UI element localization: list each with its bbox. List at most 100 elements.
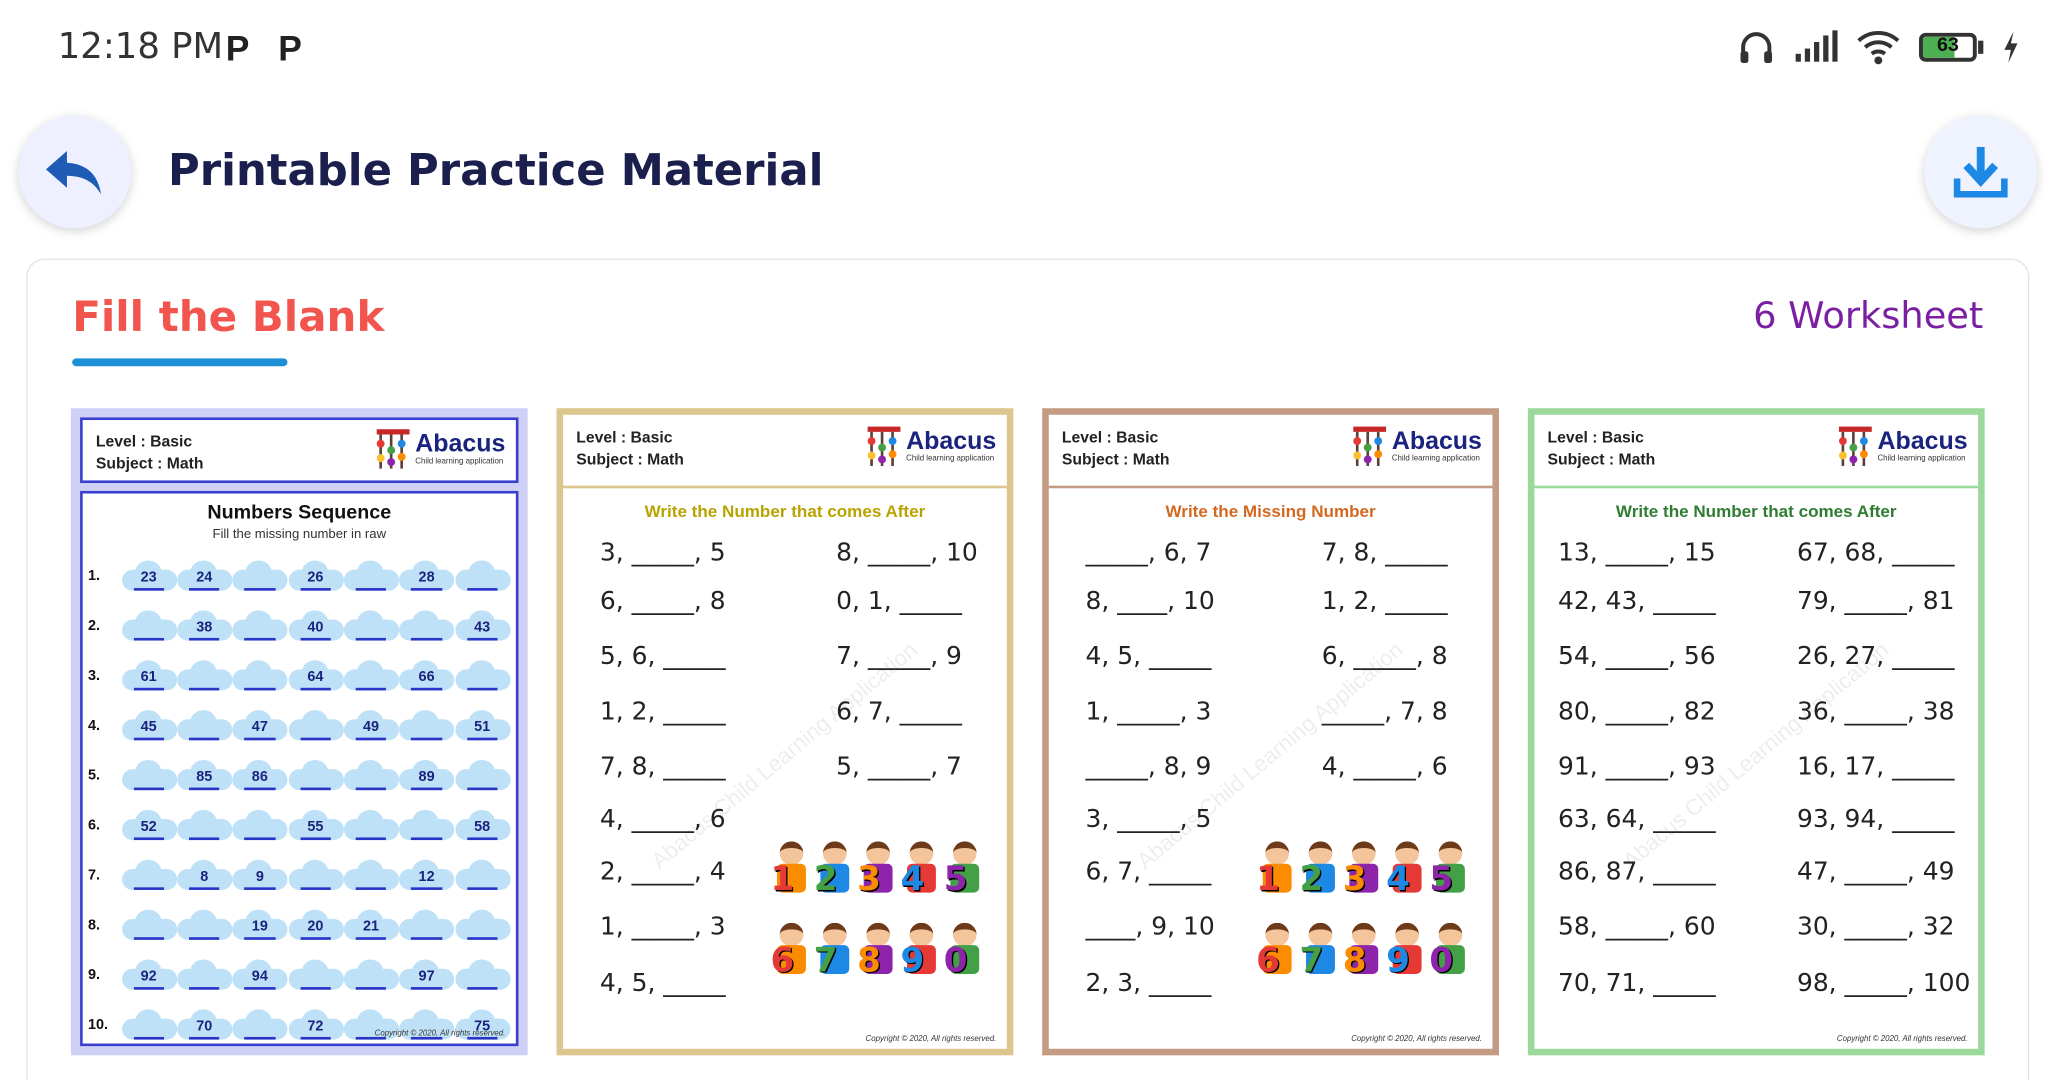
header-divider [1048, 485, 1493, 489]
answer-blank [466, 987, 498, 990]
cloud-cell [343, 559, 400, 593]
cloud-number: 92 [140, 968, 157, 985]
abacus-logo-icon [1839, 426, 1873, 466]
logo-tagline: Child learning application [415, 457, 504, 466]
cloud-cell [455, 659, 511, 693]
cloud-number: 66 [418, 669, 435, 686]
problem-row: 3, _____, 5 [1086, 791, 1506, 845]
answer-blank [244, 737, 276, 741]
worksheet-card-1[interactable]: Level : Basic Subject : Math Abacus Child … [70, 408, 528, 1056]
worksheet-card-2[interactable]: Level : Basic Subject : Math Abacus Child … [556, 408, 1014, 1056]
cloud-cell: 86 [232, 759, 289, 793]
problem-row: 4, 5, _____ 6, _____, 8 [1086, 629, 1506, 683]
row-number: 4. [87, 717, 101, 734]
cloud-number: 51 [474, 719, 491, 736]
worksheet-subject: Subject : Math [576, 450, 684, 469]
answer-blank [133, 987, 164, 990]
cloud-cell: 19 [232, 908, 289, 942]
row-number: 6. [87, 817, 101, 834]
cloud-number: 38 [196, 619, 213, 636]
worksheet-title: Write the Missing Number [1165, 501, 1376, 522]
problem-left: _____, 8, 9 [1085, 751, 1212, 781]
problem-right: 79, _____, 81 [1796, 586, 1955, 615]
problem-left: 63, 64, _____ [1558, 803, 1716, 833]
problem-left: 4, 5, _____ [599, 968, 726, 997]
cloud-cell [399, 709, 456, 743]
cloud-cell [121, 1008, 178, 1042]
cloud-number: 49 [362, 719, 380, 736]
kid-figure: 2 [1299, 841, 1339, 909]
kid-figure: 3 [857, 841, 897, 909]
cloud-number: 21 [362, 918, 380, 935]
problem-left: 4, 5, _____ [1085, 641, 1212, 671]
cloud-number: 52 [140, 819, 157, 835]
numbers-sequence-sheet: Numbers Sequence Fill the missing number… [80, 490, 519, 1047]
cloud-cell [399, 809, 456, 843]
worksheet-subject: Subject : Math [1547, 450, 1656, 469]
abacus-logo: Abacus Child learning application [376, 428, 505, 470]
back-button[interactable] [18, 115, 132, 229]
answer-blank [188, 787, 220, 791]
download-button[interactable] [1924, 115, 2038, 229]
answer-blank [300, 1036, 331, 1040]
worksheet-subject: Subject : Math [95, 454, 204, 473]
worksheet-card-4[interactable]: Level : Basic Subject : Math Abacus Child … [1527, 408, 1985, 1056]
cloud-cell [177, 709, 233, 743]
cloud-number: 9 [255, 868, 264, 885]
answer-blank [300, 737, 331, 741]
problem-right: _____, 7, 8 [1321, 696, 1448, 726]
cloud-cell: 51 [455, 709, 511, 743]
sequence-row: 8. 19 20 21 [88, 906, 511, 945]
problem-row: 13, _____, 15 67, 68, _____ [1558, 525, 1981, 579]
cloud-number: 40 [307, 619, 324, 636]
cloud-number: 86 [251, 769, 268, 785]
answer-blank [300, 837, 331, 841]
problem-left: 86, 87, _____ [1558, 856, 1716, 886]
cloud-cell: 9 [232, 858, 289, 892]
kid-figure: 8 [857, 922, 897, 991]
problem-left: 4, _____, 6 [599, 803, 726, 833]
row-number: 7. [87, 867, 101, 884]
cloud-cell: 92 [121, 958, 178, 992]
sequence-row: 7. 8 9 12 [88, 856, 511, 895]
answer-blank [133, 687, 164, 691]
kid-figure: 7 [1299, 922, 1339, 991]
section-title[interactable]: Fill the Blank [72, 291, 384, 341]
abacus-logo: Abacus Child learning application [1352, 425, 1482, 467]
answer-blank [300, 887, 331, 890]
worksheet-header: Level : Basic Subject : Math Abacus Child … [80, 417, 519, 484]
worksheet-card-3[interactable]: Level : Basic Subject : Math Abacus Child … [1042, 408, 1499, 1056]
answer-blank [411, 937, 442, 940]
answer-blank [466, 837, 498, 841]
kid-figure: 1 [1256, 841, 1296, 909]
cloud-cell [121, 609, 178, 643]
cloud-cell: 23 [121, 559, 178, 593]
cloud-cell: 49 [343, 709, 400, 743]
kid-figure: 5 [944, 841, 983, 909]
cloud-number: 61 [140, 669, 157, 686]
answer-blank [300, 687, 331, 691]
kids-with-numbers-illustration: 12345 67890 [770, 841, 999, 996]
cloud-cell: 66 [399, 659, 456, 693]
answer-blank [244, 588, 276, 591]
kid-figure: 1 [770, 841, 810, 909]
copyright: Copyright © 2020, All rights reserved. [865, 1035, 997, 1044]
cloud-cell: 58 [455, 809, 511, 843]
answer-blank [466, 937, 498, 940]
cloud-cell: 52 [121, 809, 178, 843]
kid-figure: 5 [1429, 841, 1469, 909]
answer-blank [133, 787, 164, 791]
problem-row: 91, _____, 93 16, 17, _____ [1558, 739, 1981, 793]
status-icons: 63 [1738, 29, 2020, 66]
answer-blank [244, 787, 276, 791]
problem-left: 91, _____, 93 [1558, 751, 1716, 781]
cloud-cell: 89 [399, 759, 456, 793]
problem-row: 5, 6, _____ 7, _____, 9 [600, 629, 1020, 683]
cloud-cell: 24 [177, 559, 233, 593]
answer-blank [188, 937, 220, 940]
problem-right: 6, 7, _____ [836, 696, 962, 726]
copyright: Copyright © 2020, All rights reserved. [1836, 1035, 1968, 1044]
cloud-cell [343, 609, 400, 643]
problem-left: 42, 43, _____ [1558, 586, 1716, 615]
cloud-number: 12 [418, 868, 435, 885]
